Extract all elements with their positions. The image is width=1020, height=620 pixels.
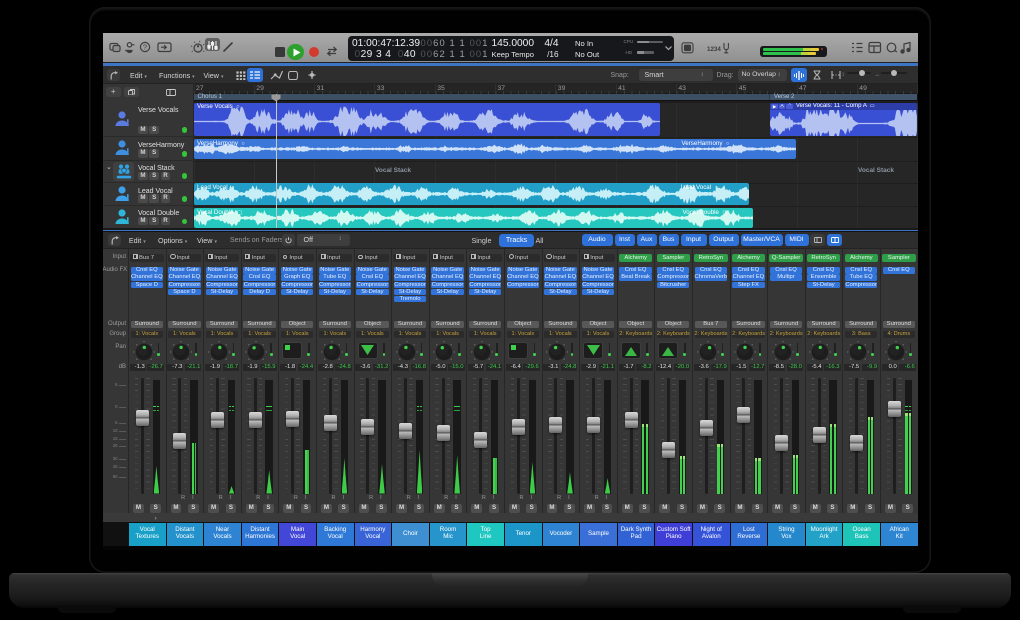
svg-text:?: ? [142,43,146,52]
svg-text:1234: 1234 [707,45,721,52]
